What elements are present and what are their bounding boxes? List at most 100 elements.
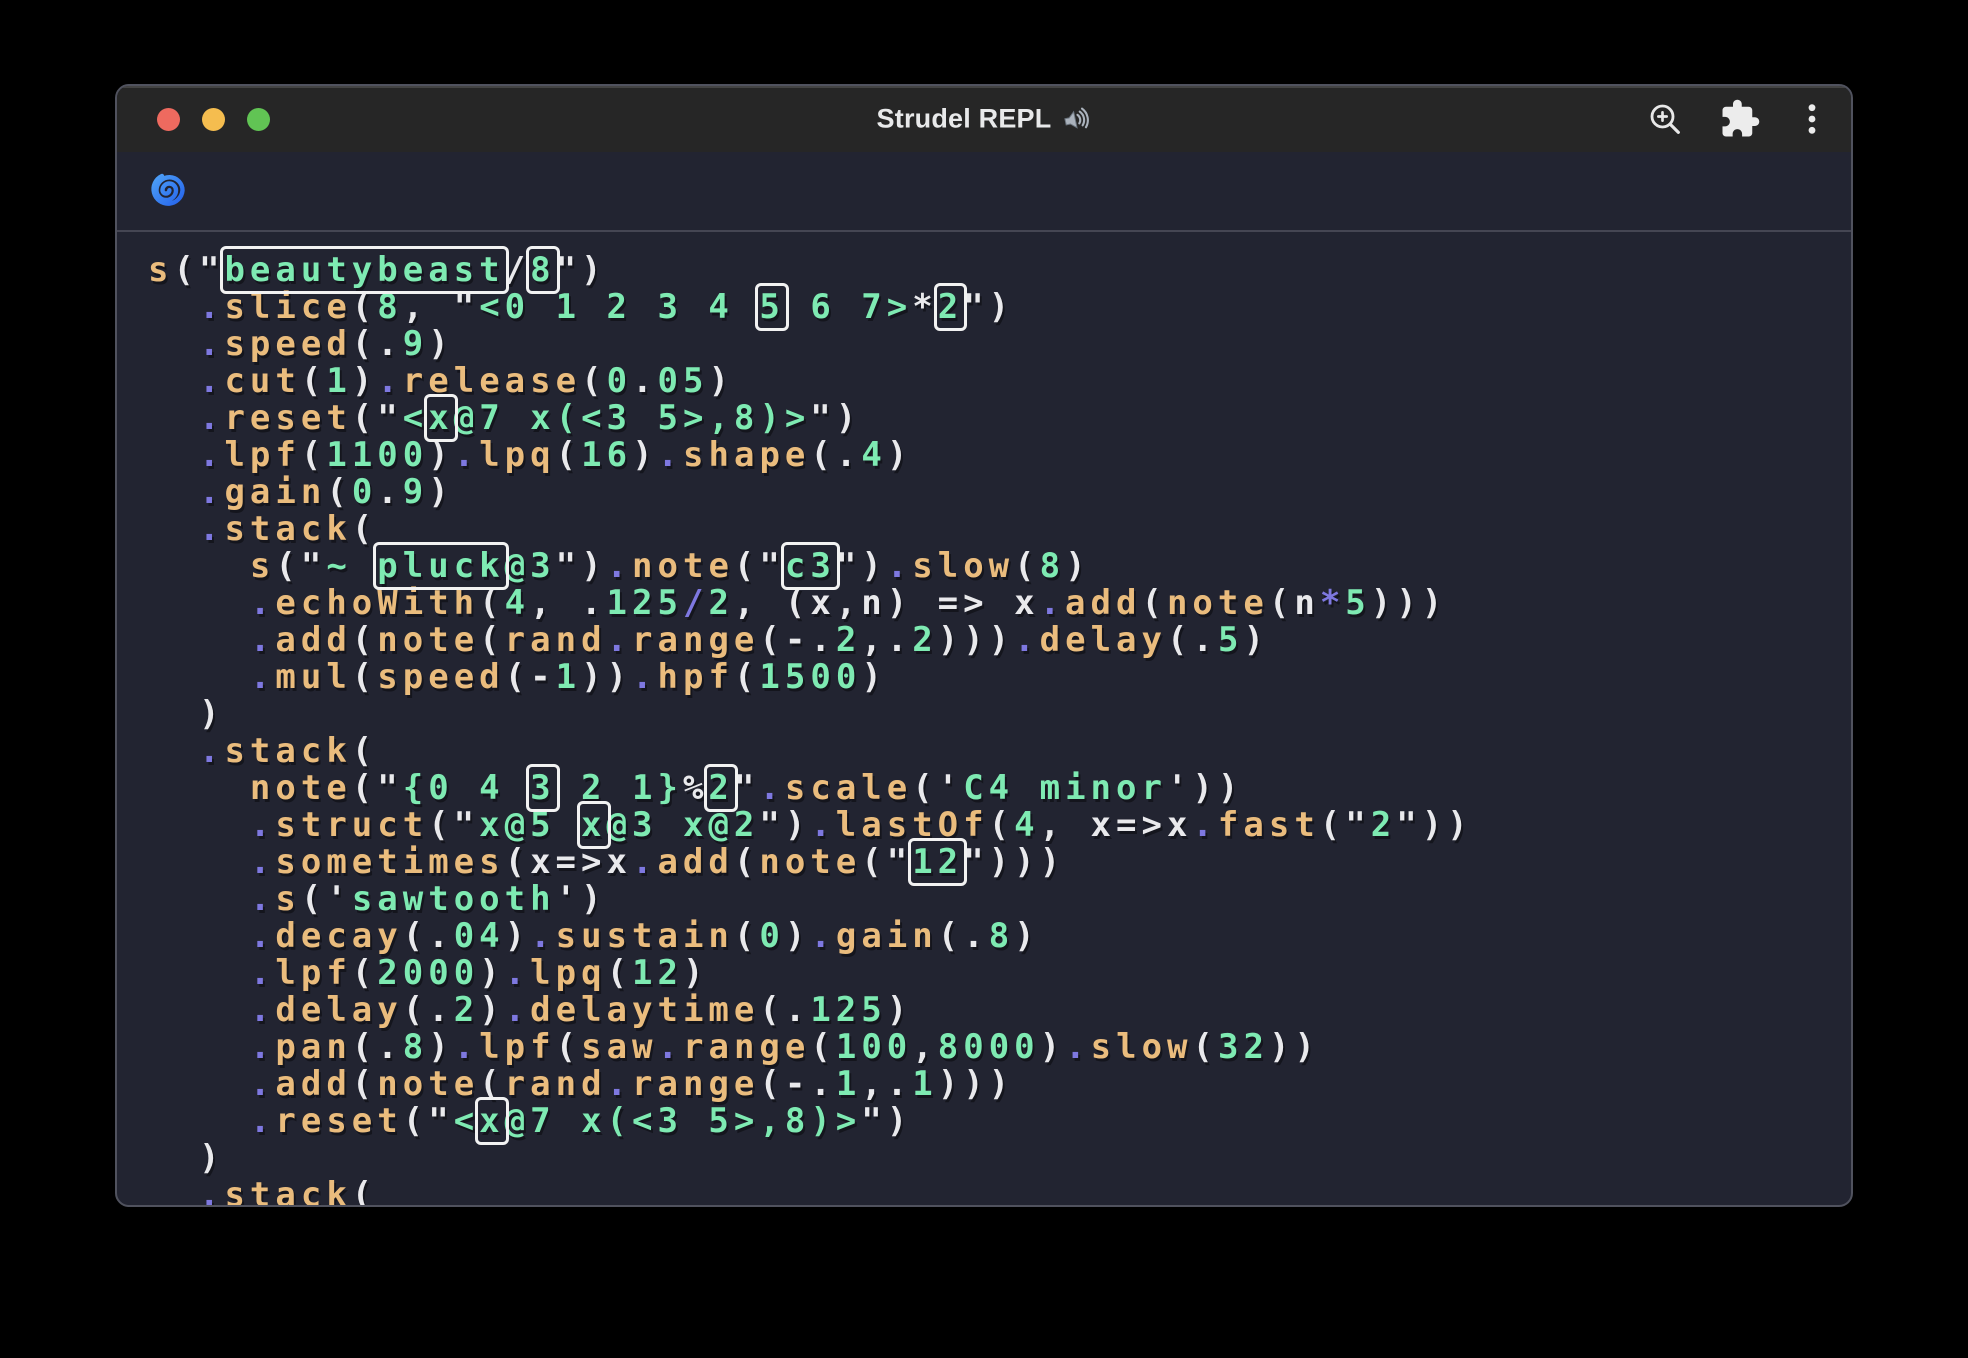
zoom-in-button[interactable] [1641, 95, 1689, 143]
titlebar: Strudel REPL [117, 86, 1851, 152]
code-token: . [632, 361, 657, 401]
highlighted-token: 12 [912, 842, 963, 882]
code-token: 2 1} [556, 768, 683, 808]
code-line: .sometimes(x=>x.add(note("12"))) [148, 844, 1851, 881]
code-token: . [658, 435, 683, 475]
highlighted-token: x [581, 805, 606, 845]
code-token: (. [1167, 620, 1218, 660]
code-token: ))) [938, 620, 1014, 660]
code-token: add [1065, 583, 1141, 623]
code-line: .reset("<x@7 x(<3 5>,8)>") [148, 1103, 1851, 1140]
strudel-logo-icon[interactable] [148, 169, 188, 213]
code-token: ( [326, 472, 351, 512]
code-token: . [454, 435, 479, 475]
minimize-button[interactable] [202, 108, 225, 131]
code-token: ,. [861, 620, 912, 660]
code-token: . [250, 583, 275, 623]
code-token: 32 [1218, 1027, 1269, 1067]
app-window: Strudel REPL [115, 84, 1853, 1207]
code-token: * [1320, 583, 1345, 623]
code-token: ( [1141, 583, 1166, 623]
code-token: . [505, 990, 530, 1030]
code-token: note [632, 546, 734, 586]
code-token: 1 [912, 1064, 937, 1104]
code-token [148, 768, 250, 808]
code-token: ~ [326, 546, 377, 586]
code-token: speed [224, 324, 351, 364]
code-token: ( [352, 620, 377, 660]
code-token: * [912, 287, 937, 327]
code-editor[interactable]: s("beautybeast/8") .slice(8, "<0 1 2 3 4… [117, 232, 1851, 1207]
code-token: . [810, 805, 835, 845]
code-token: s [148, 250, 173, 290]
code-token: ) [505, 916, 530, 956]
code-token: ) [861, 657, 886, 697]
speaker-emoji-icon [1061, 104, 1091, 134]
code-token: ) [428, 472, 453, 512]
code-token [148, 472, 199, 512]
code-token: ") [836, 546, 887, 586]
code-token: note [377, 1064, 479, 1104]
code-line: .gain(0.9) [148, 474, 1851, 511]
window-title-text: Strudel REPL [877, 104, 1052, 135]
code-token: / [505, 250, 530, 290]
code-token [148, 1027, 250, 1067]
code-token: ) [1243, 620, 1268, 660]
code-token: ) [479, 990, 504, 1030]
code-token: gain [836, 916, 938, 956]
code-token [148, 879, 250, 919]
code-token: 1 [326, 361, 351, 401]
code-token: ') [556, 879, 607, 919]
code-token: . [250, 620, 275, 660]
highlighted-token: 3 [530, 768, 555, 808]
code-token: ) [887, 435, 912, 475]
code-token: slice [224, 287, 351, 327]
code-token: ( [479, 583, 504, 623]
code-token: 0 [352, 472, 377, 512]
code-token: . [250, 990, 275, 1030]
kebab-menu-icon [1795, 99, 1829, 139]
close-button[interactable] [157, 108, 180, 131]
code-token: . [887, 546, 912, 586]
code-token: . [199, 509, 224, 549]
code-token: pan [275, 1027, 351, 1067]
code-line: s("~ pluck@3").note("c3").slow(8) [148, 548, 1851, 585]
code-token: ) [479, 953, 504, 993]
code-token: ) [785, 916, 810, 956]
code-token: ")) [1396, 805, 1472, 845]
code-token: 1500 [759, 657, 861, 697]
code-token: . [632, 842, 657, 882]
code-token: (" [861, 842, 912, 882]
code-token: ) [148, 694, 224, 734]
code-token: 5 [1345, 583, 1370, 623]
code-token: note [377, 620, 479, 660]
code-line: s("beautybeast/8") [148, 252, 1851, 289]
code-token: ") [759, 805, 810, 845]
code-token [148, 842, 250, 882]
code-line: .echoWith(4, .125/2, (x,n) => x.add(note… [148, 585, 1851, 622]
code-token: ) [683, 953, 708, 993]
code-token: ") [963, 287, 1014, 327]
code-token: delaytime [530, 990, 759, 1030]
code-token: . [810, 916, 835, 956]
code-token: (" [352, 398, 403, 438]
highlighted-token: x [479, 1101, 504, 1141]
code-token: ( [479, 1064, 504, 1104]
code-token: )) [1269, 1027, 1320, 1067]
code-token: (" [275, 546, 326, 586]
code-token: sometimes [275, 842, 504, 882]
code-token: . [250, 916, 275, 956]
code-token: (. [403, 916, 454, 956]
code-token: lpf [224, 435, 300, 475]
code-token [148, 657, 250, 697]
code-token: @7 x(<3 5>,8)> [454, 398, 811, 438]
zoom-button[interactable] [247, 108, 270, 131]
overflow-menu-button[interactable] [1791, 95, 1833, 143]
code-token: . [377, 472, 402, 512]
code-token [148, 583, 250, 623]
code-token: . [607, 620, 632, 660]
extensions-button[interactable] [1715, 94, 1765, 144]
code-token: ") [861, 1101, 912, 1141]
code-token: (" [352, 768, 403, 808]
code-token: stack [224, 509, 351, 549]
